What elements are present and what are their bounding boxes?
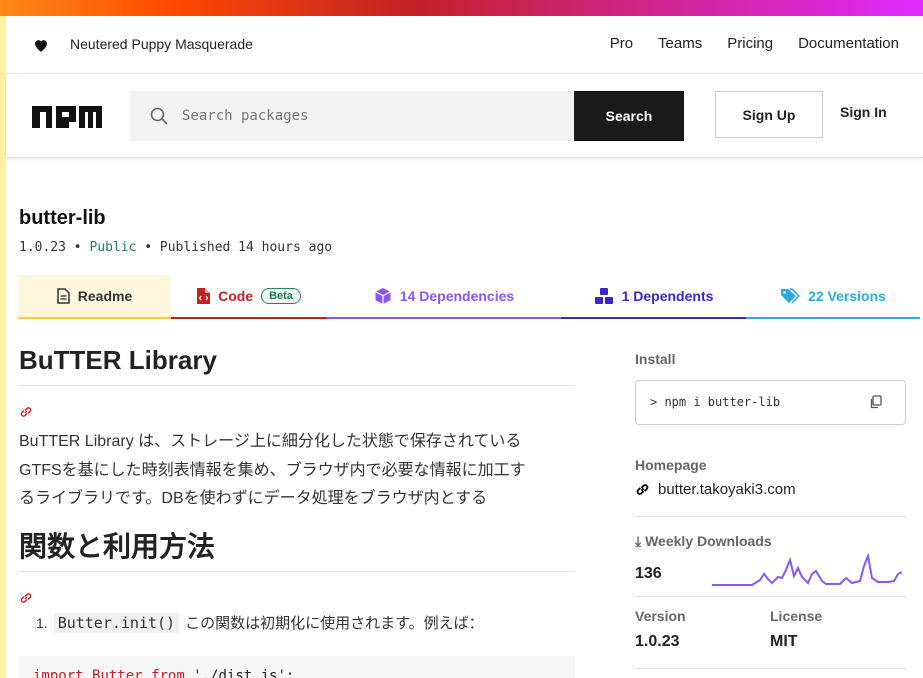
- anchor-link-icon[interactable]: [19, 591, 33, 605]
- homepage-url: butter.takoyaki3.com: [658, 481, 796, 498]
- search-box: [130, 91, 575, 141]
- package-name: butter-lib: [19, 207, 106, 229]
- code-line: import Butter from './dist.js';: [33, 668, 294, 678]
- list-text: この関数は初期化に使用されます。例えば：: [185, 615, 484, 632]
- package-tabs: Readme Code Beta 14 Dependencies 1 Depen…: [18, 275, 920, 319]
- list-number: 1.: [36, 614, 48, 631]
- license-value: MIT: [770, 633, 798, 650]
- homepage-link[interactable]: butter.takoyaki3.com: [635, 481, 796, 498]
- intro-line: るライブラリです。DBを使わずにデータ処理をブラウザ内とする: [19, 490, 488, 507]
- list-item: 1. Butter.init() この関数は初期化に使用されます。例えば：: [36, 612, 484, 633]
- version-label: Version: [635, 608, 686, 624]
- install-command: > npm i butter-lib: [650, 395, 781, 409]
- tab-code[interactable]: Code Beta: [171, 275, 327, 319]
- homepage-label: Homepage: [635, 457, 707, 473]
- top-nav: Neutered Puppy Masquerade Pro Teams Pric…: [6, 16, 923, 74]
- nav-link-documentation[interactable]: Documentation: [798, 35, 899, 52]
- downloads-sparkline: [712, 552, 902, 586]
- tab-readme[interactable]: Readme: [18, 275, 171, 319]
- search-icon: [150, 107, 168, 125]
- readme-title: BuTTER Library: [19, 345, 217, 375]
- nav-link-teams[interactable]: Teams: [658, 35, 702, 52]
- sign-in-link[interactable]: Sign In: [840, 104, 887, 120]
- beta-badge: Beta: [261, 288, 301, 304]
- package-published: Published 14 hours ago: [159, 240, 333, 255]
- code-keyword: from: [151, 668, 185, 678]
- copy-icon[interactable]: [869, 395, 883, 409]
- install-box[interactable]: > npm i butter-lib: [635, 380, 906, 425]
- tab-dependents-label: 1 Dependents: [621, 288, 714, 304]
- main-header: Search Sign Up Sign In: [6, 74, 923, 158]
- tab-versions-label: 22 Versions: [808, 288, 886, 304]
- package-meta: 1.0.23 • Public • Published 14 hours ago: [19, 240, 332, 255]
- meta-separator: •: [73, 240, 90, 255]
- file-text-icon: [57, 288, 70, 304]
- code-block: import Butter from './dist.js';: [19, 656, 575, 678]
- tab-dependencies[interactable]: 14 Dependencies: [327, 275, 561, 319]
- section-heading: 関数と利用方法: [19, 531, 216, 562]
- intro-line: GTFSを基にした時刻表情報を集め、ブラウザ内で必要な情報に加工す: [19, 461, 526, 479]
- divider: [635, 516, 906, 517]
- package-visibility: Public: [89, 240, 137, 255]
- divider: [635, 596, 906, 597]
- weekly-downloads-text: Weekly Downloads: [645, 533, 772, 549]
- file-code-icon: [197, 288, 211, 304]
- tab-readme-label: Readme: [77, 288, 133, 304]
- version-value: 1.0.23: [635, 633, 680, 650]
- meta-separator: •: [144, 240, 160, 255]
- heart-icon: [35, 40, 47, 52]
- tab-code-label: Code: [218, 288, 254, 304]
- brand-gradient-bar: [0, 0, 923, 16]
- divider: [19, 571, 575, 572]
- tab-dependencies-label: 14 Dependencies: [399, 288, 515, 304]
- nav-link-pro[interactable]: Pro: [610, 35, 633, 52]
- link-icon: [636, 484, 649, 495]
- sign-up-button[interactable]: Sign Up: [715, 91, 823, 138]
- intro-line: BuTTER Library は、ストレージ上に細分化した状態で保存されている: [19, 433, 522, 450]
- install-label: Install: [635, 351, 676, 367]
- download-icon: ⤓: [635, 533, 646, 549]
- boxes-icon: [594, 288, 613, 304]
- divider: [635, 668, 906, 669]
- inline-code: Butter.init(): [53, 612, 180, 633]
- divider: [19, 385, 575, 386]
- package-version: 1.0.23: [19, 240, 66, 255]
- tagline[interactable]: Neutered Puppy Masquerade: [70, 36, 253, 52]
- tab-dependents[interactable]: 1 Dependents: [561, 275, 746, 319]
- readme-intro: BuTTER Library は、ストレージ上に細分化した状態で保存されている …: [19, 428, 575, 514]
- nav-link-pricing[interactable]: Pricing: [727, 35, 773, 52]
- npm-logo-icon[interactable]: [32, 106, 102, 128]
- code-identifier: Butter: [92, 668, 143, 678]
- license-label: License: [770, 608, 823, 624]
- tab-versions[interactable]: 22 Versions: [746, 275, 920, 319]
- code-keyword: import: [33, 668, 84, 678]
- weekly-downloads-count: 136: [635, 565, 662, 582]
- top-links: Pro Teams Pricing Documentation: [610, 35, 899, 52]
- tags-icon: [781, 288, 801, 304]
- search-input[interactable]: [182, 103, 562, 129]
- anchor-link-icon[interactable]: [19, 405, 33, 419]
- box-icon: [375, 288, 391, 304]
- search-button[interactable]: Search: [574, 91, 684, 141]
- code-string: './dist.js';: [193, 668, 295, 678]
